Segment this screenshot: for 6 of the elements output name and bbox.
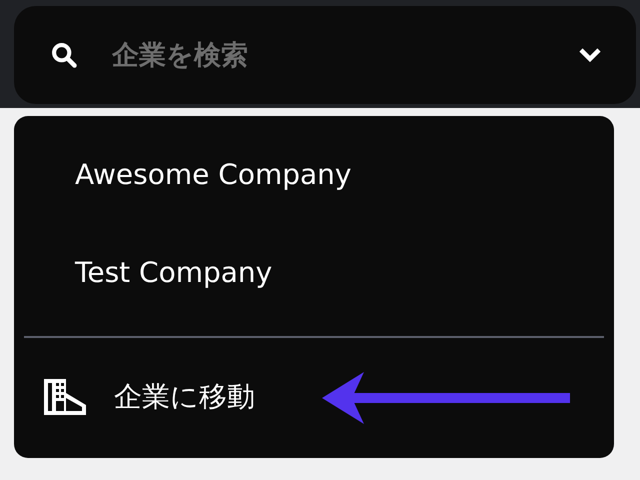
company-option[interactable]: Test Company — [24, 244, 272, 318]
search-icon — [50, 41, 78, 69]
go-to-company-item[interactable]: 企業に移動 — [24, 338, 255, 416]
chevron-down-icon[interactable] — [578, 47, 602, 63]
building-icon — [44, 379, 86, 415]
company-option[interactable]: Awesome Company — [24, 146, 352, 220]
